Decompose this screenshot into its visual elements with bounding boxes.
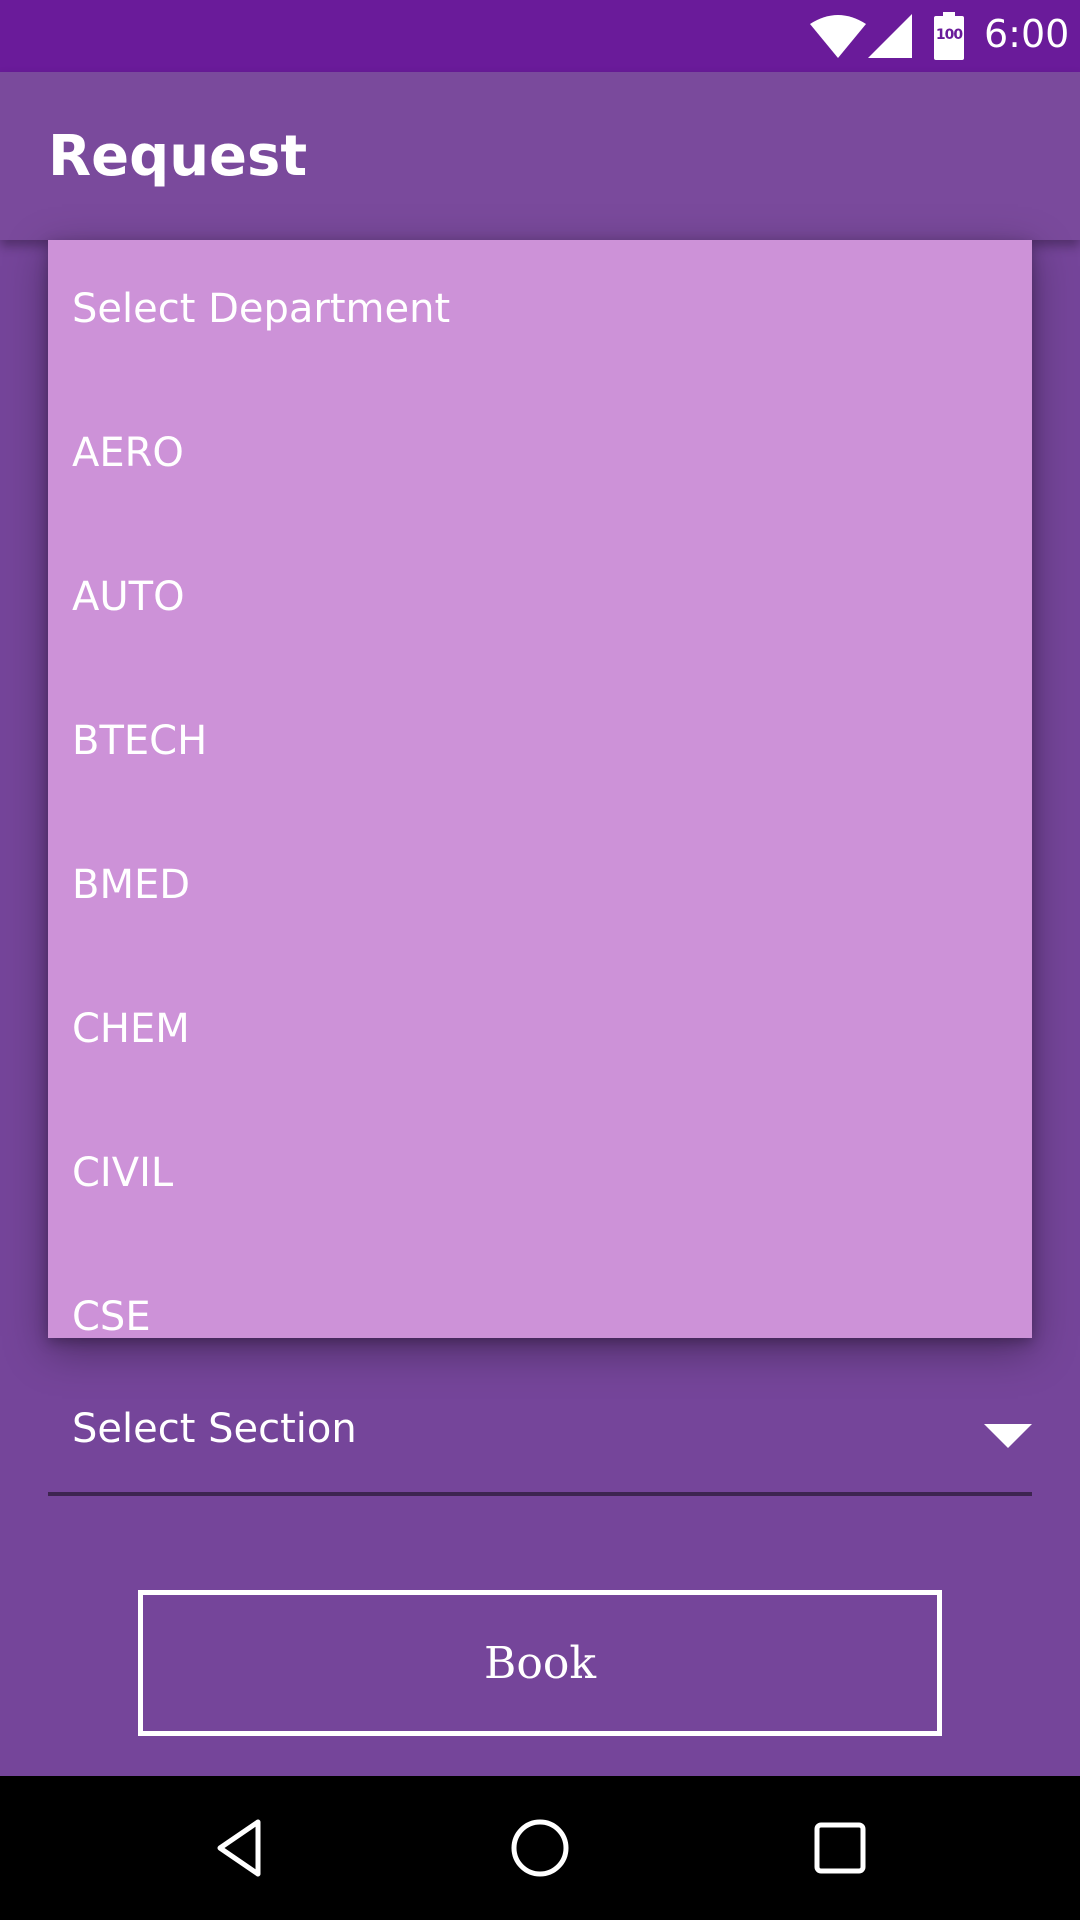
dropdown-option[interactable]: CHEM — [48, 960, 1032, 1104]
app-root: 100 6:00 Request Select Section Book Sel… — [0, 0, 1080, 1920]
dropdown-option[interactable]: AUTO — [48, 528, 1032, 672]
department-dropdown-list[interactable]: Select Department AERO AUTO BTECH BMED C… — [48, 240, 1032, 1338]
toolbar: Request — [0, 72, 1080, 240]
dropdown-option-label: Select Department — [72, 286, 451, 332]
wifi-icon — [810, 15, 866, 58]
back-icon[interactable] — [208, 1816, 272, 1880]
page-title: Request — [48, 124, 308, 189]
dropdown-option[interactable]: AERO — [48, 384, 1032, 528]
dropdown-option-label: BMED — [72, 862, 191, 908]
dropdown-option[interactable]: CSE — [48, 1248, 1032, 1338]
battery-level: 100 — [935, 27, 963, 43]
status-bar: 100 6:00 — [0, 0, 1080, 72]
recents-icon[interactable] — [808, 1816, 872, 1880]
dropdown-option-label: AUTO — [72, 574, 185, 620]
dropdown-option-label: CHEM — [72, 1006, 190, 1052]
dropdown-arrow-icon — [984, 1424, 1032, 1448]
section-spinner[interactable]: Select Section — [48, 1376, 1032, 1496]
dropdown-option-label: BTECH — [72, 718, 208, 764]
dropdown-option[interactable]: CIVIL — [48, 1104, 1032, 1248]
signal-icon — [868, 14, 912, 58]
navigation-bar — [0, 1776, 1080, 1920]
section-spinner-underline — [48, 1492, 1032, 1496]
dropdown-option-label: CSE — [72, 1294, 151, 1338]
dropdown-option[interactable]: BMED — [48, 816, 1032, 960]
dropdown-option-label: CIVIL — [72, 1150, 174, 1196]
dropdown-option-label: AERO — [72, 430, 184, 476]
dropdown-option[interactable]: Select Department — [48, 240, 1032, 384]
home-icon[interactable] — [508, 1816, 572, 1880]
clock: 6:00 — [984, 12, 1070, 56]
book-button[interactable]: Book — [138, 1590, 942, 1736]
dropdown-option[interactable]: BTECH — [48, 672, 1032, 816]
section-spinner-label: Select Section — [72, 1406, 357, 1452]
